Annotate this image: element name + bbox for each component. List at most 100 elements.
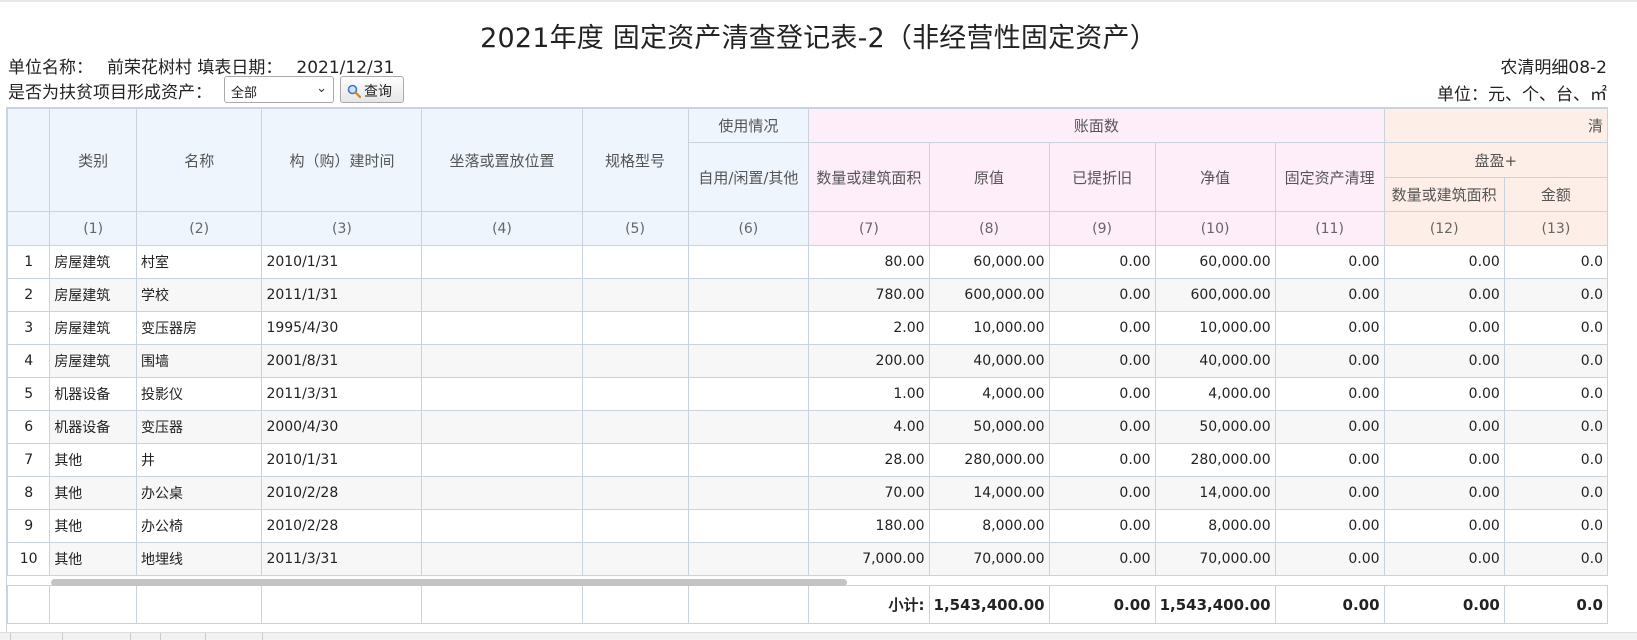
unit-info: 单位名称： 前荣花树村 填表日期： 2021/12/31 [8, 53, 394, 78]
header-original: 原值 [928, 142, 1050, 212]
subtotal-row: 小计: 1,543,400.00 0.00 1,543,400.00 0.00 … [7, 585, 1608, 624]
cell-name: 变压器房 [135, 311, 263, 345]
cell-quantity: 2.00 [808, 311, 930, 345]
cell-depreciation: 0.00 [1048, 377, 1156, 411]
cell-build-time: 2001/8/31 [261, 344, 423, 378]
query-button[interactable]: 查询 [340, 76, 404, 103]
form-code: 农清明细08-2 [1500, 58, 1607, 78]
cell-spec [581, 278, 689, 312]
table-row[interactable]: 10 其他 地埋线 2011/3/31 7,000.00 70,000.00 0.00 70,… [7, 542, 1608, 576]
table-row[interactable]: 2 房屋建筑 学校 2011/1/31 780.00 600,000.00 0.00 600,… [7, 278, 1608, 312]
cell-original: 70,000.00 [928, 542, 1050, 576]
cell-net: 70,000.00 [1154, 542, 1276, 576]
date-label: 填表日期： [197, 58, 283, 78]
table-row[interactable]: 6 机器设备 变压器 2000/4/30 4.00 50,000.00 0.00 50,000… [7, 410, 1608, 444]
col-index: (4) [421, 211, 583, 246]
header-surplus-qty: 数量或建筑面积 [1383, 177, 1505, 212]
row-number: 3 [7, 311, 51, 345]
cell-net: 50,000.00 [1154, 410, 1276, 444]
spacer-cell [1155, 575, 1276, 586]
cell-spec [581, 245, 689, 279]
cell-spec [581, 476, 689, 510]
col-index: (2) [135, 211, 263, 246]
col-index: (13) [1503, 211, 1608, 246]
cell-category: 机器设备 [49, 410, 137, 444]
cell-build-time: 1995/4/30 [261, 311, 423, 345]
poverty-filter-select[interactable]: 全部 ⌄ [224, 76, 334, 103]
col-index: (3) [261, 211, 423, 246]
header-surplus-group: 盘盈+ [1383, 142, 1608, 178]
date-value: 2021/12/31 [296, 58, 395, 78]
row-number: 7 [7, 443, 51, 477]
cell-net: 14,000.00 [1154, 476, 1276, 510]
subtotal-surplus-amount: 0.0 [1503, 585, 1608, 624]
cell-name: 地埋线 [135, 542, 263, 576]
spacer-cell [7, 575, 50, 586]
cell-depreciation: 0.00 [1048, 311, 1156, 345]
cell-quantity: 70.00 [808, 476, 930, 510]
col-index: (5) [581, 211, 689, 246]
cell-net: 600,000.00 [1154, 278, 1276, 312]
cell-surplus-qty: 0.00 [1383, 410, 1505, 444]
table-row[interactable]: 7 其他井 2010/1/31 28.00 280,000.00 0.00 280,000.… [7, 443, 1608, 477]
header-spec: 规格型号 [581, 108, 689, 212]
cell-original: 60,000.00 [928, 245, 1050, 279]
header-surplus-amount: 金额 [1503, 177, 1608, 212]
cell-quantity: 7,000.00 [808, 542, 930, 576]
cell-name: 井 [135, 443, 263, 477]
table-row[interactable]: 8 其他 办公桌 2010/2/28 70.00 14,000.00 0.00 14,000.… [7, 476, 1608, 510]
table-row[interactable]: 4 房屋建筑 围墙 2001/8/31 200.00 40,000.00 0.00 40,00… [7, 344, 1608, 378]
cell-surplus-qty: 0.00 [1383, 443, 1505, 477]
row-number: 9 [7, 509, 51, 543]
spacer-cell [929, 575, 1050, 586]
cell-location [421, 344, 583, 378]
cell-build-time: 2000/4/30 [261, 410, 423, 444]
cell-surplus-amount: 0.0 [1503, 542, 1608, 576]
cell-surplus-qty: 0.00 [1383, 278, 1505, 312]
cell-name: 围墙 [135, 344, 263, 378]
cell-surplus-amount: 0.0 [1503, 344, 1608, 378]
cell-name: 办公桌 [135, 476, 263, 510]
search-icon [347, 84, 361, 98]
cell-surplus-qty: 0.00 [1383, 542, 1505, 576]
table-row[interactable]: 3 房屋建筑 变压器房 1995/4/30 2.00 10,000.00 0.00 10,00… [7, 311, 1608, 345]
cell-location [421, 245, 583, 279]
header-book-group: 账面数 [808, 108, 1385, 143]
header-cleanup: 固定资产清理 [1274, 142, 1385, 212]
table-row[interactable]: 1 房屋建筑 村室 2010/1/31 80.00 60,000.00 0.00 60,000… [7, 245, 1608, 279]
cell-spec [581, 542, 689, 576]
cell-spec [581, 509, 689, 543]
col-index: (6) [687, 211, 810, 246]
cell-quantity: 80.00 [808, 245, 930, 279]
cell-spec [581, 377, 689, 411]
header-category: 类别 [49, 108, 137, 212]
cell-net: 40,000.00 [1154, 344, 1276, 378]
row-number: 10 [7, 542, 51, 576]
col-index: (1) [49, 211, 137, 246]
cell-spec [581, 443, 689, 477]
cell-quantity: 200.00 [808, 344, 930, 378]
unit-value: 前荣花树村 [107, 58, 192, 78]
table-row[interactable]: 9 其他 办公椅 2010/2/28 180.00 8,000.00 0.00 8,000.0… [7, 509, 1608, 543]
cell-usage [687, 509, 810, 543]
unit-label: 单位名称： [8, 58, 93, 78]
cell-cleanup: 0.00 [1274, 377, 1385, 411]
cell-net: 4,000.00 [1154, 377, 1276, 411]
subtotal-surplus-qty: 0.00 [1383, 585, 1505, 624]
col-index: (8) [928, 211, 1050, 246]
col-index: (9) [1048, 211, 1156, 246]
horizontal-scrollbar[interactable] [51, 579, 847, 586]
cell-usage [687, 410, 810, 444]
subtotal-original: 1,543,400.00 [928, 585, 1050, 624]
table-row[interactable]: 5 机器设备 投影仪 2011/3/31 1.00 4,000.00 0.00 4,000.0… [7, 377, 1608, 411]
cell-category: 其他 [49, 443, 137, 477]
asset-grid[interactable]: 类别 名称 构（购）建时间 坐落或置放位置 规格型号 使用情况 账面数 清 自用… [6, 107, 1608, 633]
header-name: 名称 [135, 108, 263, 212]
top-border [0, 0, 1637, 2]
cell-build-time: 2010/1/31 [261, 443, 423, 477]
cell-cleanup: 0.00 [1274, 311, 1385, 345]
cell-category: 机器设备 [49, 377, 137, 411]
col-index: (10) [1154, 211, 1276, 246]
cell-original: 280,000.00 [928, 443, 1050, 477]
row-number: 1 [7, 245, 51, 279]
